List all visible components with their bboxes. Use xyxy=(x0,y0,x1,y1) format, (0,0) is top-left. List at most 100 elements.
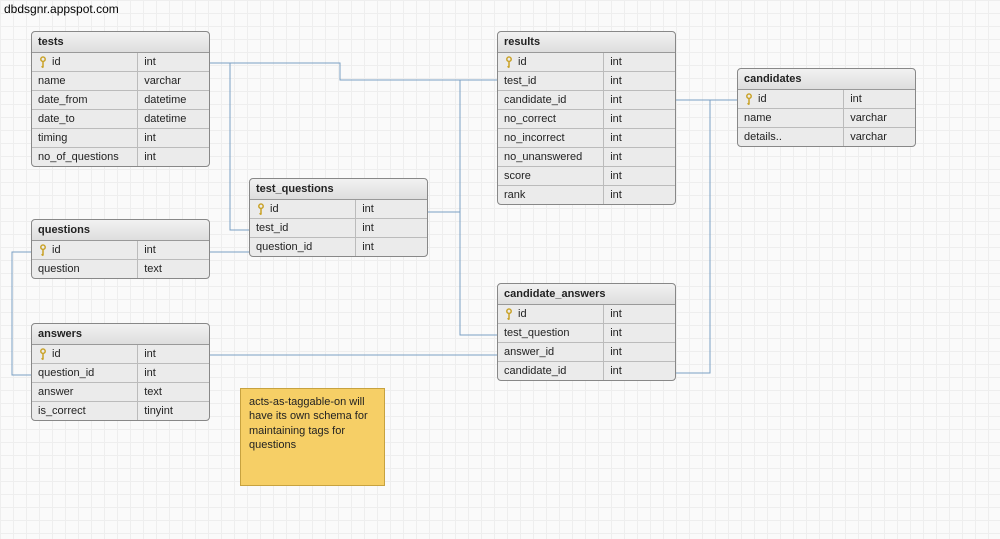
column-name: id xyxy=(518,308,527,320)
primary-key-icon xyxy=(254,202,268,216)
column-type: tinyint xyxy=(144,405,173,417)
column-name: id xyxy=(518,56,527,68)
table-title[interactable]: results xyxy=(498,32,675,53)
column-name: question_id xyxy=(256,241,312,253)
column-name: question xyxy=(38,263,80,275)
column-name: answer xyxy=(38,386,73,398)
table-answers[interactable]: answersidintquestion_idintanswertextis_c… xyxy=(31,323,210,421)
primary-key-icon xyxy=(36,243,50,257)
column-type: int xyxy=(362,222,374,234)
table-row[interactable]: test_id int xyxy=(498,72,675,91)
column-type: int xyxy=(362,241,374,253)
table-row[interactable]: idint xyxy=(738,90,915,109)
column-name: date_from xyxy=(38,94,88,106)
column-name: id xyxy=(52,348,61,360)
table-row[interactable]: is_correct tinyint xyxy=(32,402,209,420)
column-name: test_question xyxy=(504,327,569,339)
table-row[interactable]: no_of_questions int xyxy=(32,148,209,166)
table-title[interactable]: candidates xyxy=(738,69,915,90)
column-name: test_id xyxy=(504,75,536,87)
table-tests[interactable]: testsidintnamevarchardate_fromdatetimeda… xyxy=(31,31,210,167)
table-row[interactable]: scoreint xyxy=(498,167,675,186)
primary-key-icon xyxy=(502,55,516,69)
table-row[interactable]: timingint xyxy=(32,129,209,148)
column-name: no_correct xyxy=(504,113,556,125)
column-type: int xyxy=(144,348,156,360)
table-row[interactable]: question_id int xyxy=(250,238,427,256)
column-type: int xyxy=(610,365,622,377)
table-row[interactable]: answer text xyxy=(32,383,209,402)
column-type: int xyxy=(362,203,374,215)
table-title[interactable]: candidate_answers xyxy=(498,284,675,305)
table-test-questions[interactable]: test_questionsidinttest_idintquestion_id… xyxy=(249,178,428,257)
column-name: name xyxy=(744,112,772,124)
table-row[interactable]: id int xyxy=(250,200,427,219)
table-row[interactable]: id int xyxy=(498,305,675,324)
table-row[interactable]: date_todatetime xyxy=(32,110,209,129)
column-type: int xyxy=(144,244,156,256)
table-row[interactable]: details..varchar xyxy=(738,128,915,146)
table-results[interactable]: resultsidinttest_idintcandidate_idintno_… xyxy=(497,31,676,205)
column-type: int xyxy=(610,308,622,320)
table-candidates[interactable]: candidatesidintnamevarchardetails..varch… xyxy=(737,68,916,147)
page-url: dbdsgnr.appspot.com xyxy=(4,2,119,16)
column-name: no_incorrect xyxy=(504,132,565,144)
sticky-note[interactable]: acts-as-taggable-on will have its own sc… xyxy=(240,388,385,486)
column-type: text xyxy=(144,386,162,398)
column-name: id xyxy=(52,244,61,256)
column-name: name xyxy=(38,75,66,87)
column-name: rank xyxy=(504,189,525,201)
column-type: datetime xyxy=(144,94,186,106)
table-row[interactable]: id int xyxy=(32,345,209,364)
column-type: int xyxy=(610,346,622,358)
column-type: datetime xyxy=(144,113,186,125)
column-type: int xyxy=(610,75,622,87)
column-type: varchar xyxy=(850,131,887,143)
column-name: answer_id xyxy=(504,346,554,358)
column-type: varchar xyxy=(144,75,181,87)
primary-key-icon xyxy=(36,347,50,361)
table-row[interactable]: candidate_idint xyxy=(498,91,675,110)
sticky-note-text: acts-as-taggable-on will have its own sc… xyxy=(249,396,368,451)
table-row[interactable]: candidate_idint xyxy=(498,362,675,380)
table-row[interactable]: id int xyxy=(32,241,209,260)
table-row[interactable]: name varchar xyxy=(32,72,209,91)
primary-key-icon xyxy=(742,92,756,106)
column-name: no_of_questions xyxy=(38,151,119,163)
table-row[interactable]: question_idint xyxy=(32,364,209,383)
table-row[interactable]: test_idint xyxy=(250,219,427,238)
column-type: int xyxy=(610,113,622,125)
column-name: id xyxy=(758,93,767,105)
table-row[interactable]: no_correct int xyxy=(498,110,675,129)
column-type: int xyxy=(610,56,622,68)
column-type: int xyxy=(610,327,622,339)
column-name: candidate_id xyxy=(504,94,566,106)
column-type: int xyxy=(610,170,622,182)
column-name: is_correct xyxy=(38,405,86,417)
table-candidate-answers[interactable]: candidate_answersidinttest_questionintan… xyxy=(497,283,676,381)
table-row[interactable]: answer_id int xyxy=(498,343,675,362)
table-row[interactable]: id int xyxy=(498,53,675,72)
table-row[interactable]: rankint xyxy=(498,186,675,204)
column-type: int xyxy=(144,151,156,163)
table-row[interactable]: no_incorrectint xyxy=(498,129,675,148)
column-name: id xyxy=(270,203,279,215)
column-type: int xyxy=(144,56,156,68)
column-type: varchar xyxy=(850,112,887,124)
column-type: int xyxy=(144,132,156,144)
column-type: text xyxy=(144,263,162,275)
table-row[interactable]: no_unansweredint xyxy=(498,148,675,167)
table-title[interactable]: tests xyxy=(32,32,209,53)
table-row[interactable]: test_question int xyxy=(498,324,675,343)
table-row[interactable]: date_from datetime xyxy=(32,91,209,110)
table-row[interactable]: idint xyxy=(32,53,209,72)
primary-key-icon xyxy=(36,55,50,69)
column-name: no_unanswered xyxy=(504,151,582,163)
table-title[interactable]: test_questions xyxy=(250,179,427,200)
column-type: int xyxy=(144,367,156,379)
table-title[interactable]: answers xyxy=(32,324,209,345)
table-questions[interactable]: questions id int question text xyxy=(31,219,210,279)
table-row[interactable]: question text xyxy=(32,260,209,278)
table-row[interactable]: name varchar xyxy=(738,109,915,128)
table-title[interactable]: questions xyxy=(32,220,209,241)
